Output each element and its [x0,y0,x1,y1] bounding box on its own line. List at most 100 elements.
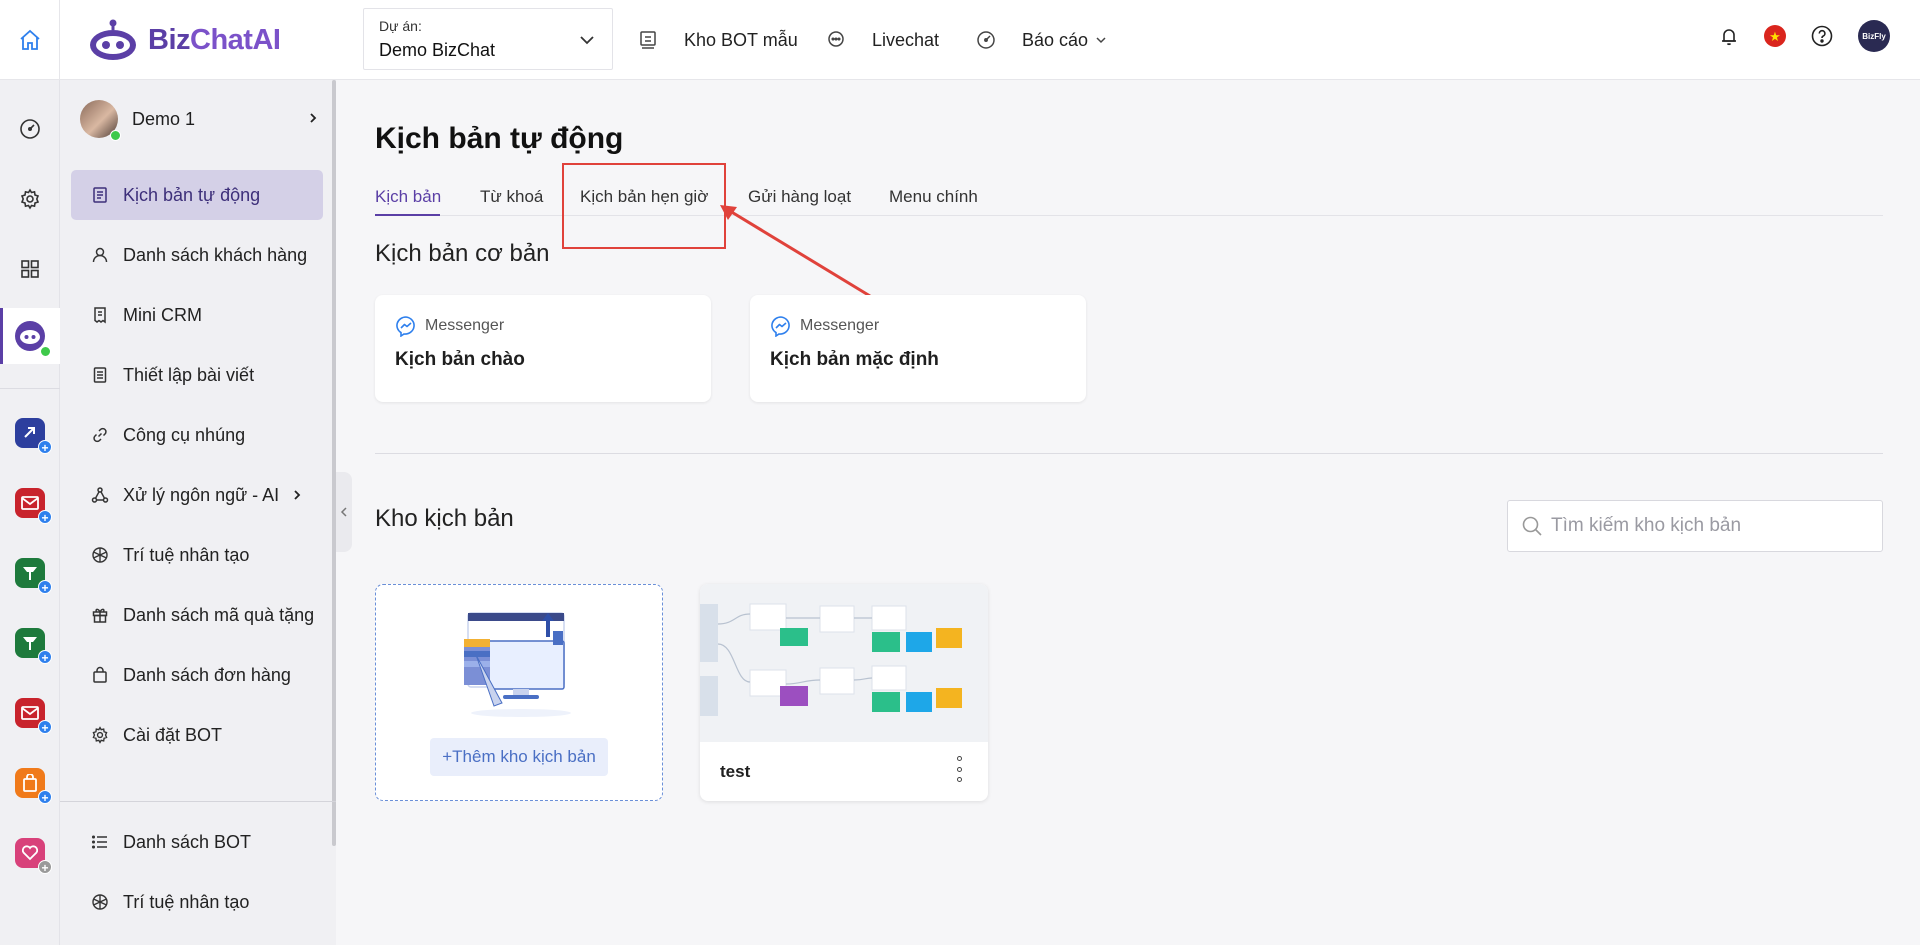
chevron-right-icon [310,113,317,123]
bot-avatar [80,100,121,141]
brand-name: BizChatAI [148,23,281,56]
sidebar-item-bot-settings[interactable]: Cài đặt BOT [71,710,323,760]
card-channel: Messenger [425,317,505,334]
project-label: Dự án: [379,18,422,34]
receipt-icon [94,307,106,324]
rail-settings[interactable] [0,176,60,222]
app-tree-icon: + [15,558,52,595]
list-icon [91,835,107,849]
rail-dashboard[interactable] [0,106,60,152]
rail-app-7[interactable]: + [0,830,60,876]
bot-switcher[interactable]: Demo 1 [80,94,326,144]
help-icon[interactable] [1810,24,1834,48]
grid-icon [21,260,39,278]
shopping-bag-icon [93,666,107,683]
sidebar-item-customers[interactable]: Danh sách khách hàng [71,230,323,280]
search-icon [1522,516,1542,536]
more-vertical-icon[interactable] [954,756,964,782]
basic-scripts-title: Kịch bản cơ bản [375,240,550,267]
user-icon [92,247,108,263]
rail-apps[interactable] [0,246,60,292]
template-thumbnail [700,584,988,742]
template-card[interactable]: test [700,584,988,801]
app-tree-icon: + [15,628,52,665]
sidebar-collapse-toggle[interactable] [336,472,352,552]
chat-bubble-icon [828,31,844,47]
search-input[interactable] [1551,515,1871,537]
rail-app-3[interactable]: + [0,550,60,596]
app-heart-icon: + [15,838,52,875]
ai-knot-icon [92,894,108,910]
gift-icon [92,608,108,623]
gauge-icon [20,119,40,139]
app-mail-icon: + [15,698,52,735]
sidebar-item-mini-crm[interactable]: Mini CRM [71,290,323,340]
sidebar-item-auto-scripts[interactable]: Kịch bản tự động [71,170,323,220]
sidebar-scrollbar[interactable] [332,80,336,846]
app-link-icon: + [15,418,52,455]
brand-logo[interactable]: BizChatAI [88,14,281,66]
tab-scheduled-scripts[interactable]: Kịch bản hẹn giờ [562,163,726,249]
nav-label: Kho BOT mẫu [684,29,798,50]
annotation-arrow [720,205,871,298]
script-card-default[interactable]: Messenger Kịch bản mặc định [750,295,1086,402]
rail-app-5[interactable]: + [0,690,60,736]
library-title: Kho kịch bản [375,505,514,532]
sidebar-menu: Kịch bản tự động Danh sách khách hàng Mi… [71,170,323,770]
sidebar-item-gift-codes[interactable]: Danh sách mã quà tặng [71,590,323,640]
nav-livechat[interactable]: Livechat [826,0,939,80]
rail-app-1[interactable]: + [0,410,60,456]
library-search [1507,500,1883,552]
nav-bot-templates[interactable]: Kho BOT mẫu [638,0,798,80]
script-card-welcome[interactable]: Messenger Kịch bản chào [375,295,711,402]
document-icon [93,367,107,383]
nav-label: Báo cáo [1022,29,1089,50]
tab-bar: Kịch bản Từ khoá Kịch bản hẹn giờ Gửi hà… [375,163,1883,249]
rail-app-6[interactable]: + [0,760,60,806]
rail-app-4[interactable]: + [0,620,60,666]
chevron-left-icon [340,507,347,517]
top-bar: BizChatAI Dự án: Demo BizChat Kho BOT mẫ… [0,0,1920,80]
project-value: Demo BizChat [379,40,496,60]
project-selector[interactable]: Dự án: Demo BizChat [363,8,613,70]
app-shopping-bag-icon: + [15,768,52,805]
link-icon [93,427,107,443]
sidebar-item-orders[interactable]: Danh sách đơn hàng [71,650,323,700]
user-avatar[interactable]: BizFly [1858,20,1890,52]
home-icon [19,29,40,50]
chevron-right-icon [294,490,301,500]
rail-bizchat[interactable] [0,308,60,364]
app-mail-icon: + [15,488,52,525]
top-right-actions: ★ BizFly [1718,20,1890,52]
messenger-icon [771,316,790,337]
nav-label: Livechat [872,29,940,50]
design-illustration-icon [464,612,571,717]
bizchat-app-icon [15,321,51,357]
rail-app-2[interactable]: + [0,480,60,526]
chevron-down-icon [1096,37,1106,44]
bot-logo-icon [90,19,136,60]
chevron-down-icon [580,36,594,45]
sidebar-item-artificial-intelligence-2[interactable]: Trí tuệ nhân tạo [71,877,323,927]
sidebar-item-embed-tools[interactable]: Công cụ nhúng [71,410,323,460]
network-nodes-icon [91,487,109,503]
sidebar-item-post-setup[interactable]: Thiết lập bài viết [71,350,323,400]
sidebar-item-artificial-intelligence[interactable]: Trí tuệ nhân tạo [71,530,323,580]
home-button[interactable] [0,0,60,80]
messenger-icon [396,316,415,337]
gear-icon [92,726,108,744]
robot-icon [640,31,656,49]
nav-reports[interactable]: Báo cáo [976,0,1108,80]
add-library-button[interactable]: +Thêm kho kịch bản [430,738,608,776]
gauge-icon [977,31,995,49]
vietnam-flag-icon[interactable]: ★ [1764,25,1786,47]
sidebar-item-bot-list[interactable]: Danh sách BOT [71,817,323,867]
sidebar-bottom-menu: Danh sách BOT Trí tuệ nhân tạo [71,817,323,937]
card-title: Kịch bản chào [395,349,525,370]
page-title: Kịch bản tự động [375,122,624,155]
bot-sidebar: Demo 1 Kịch bản tự động Danh sách khách … [60,80,336,945]
card-channel: Messenger [800,317,880,334]
bell-icon[interactable] [1718,25,1740,47]
add-library-card[interactable]: +Thêm kho kịch bản [375,584,663,801]
sidebar-item-nlp-ai[interactable]: Xử lý ngôn ngữ - AI [71,470,323,520]
